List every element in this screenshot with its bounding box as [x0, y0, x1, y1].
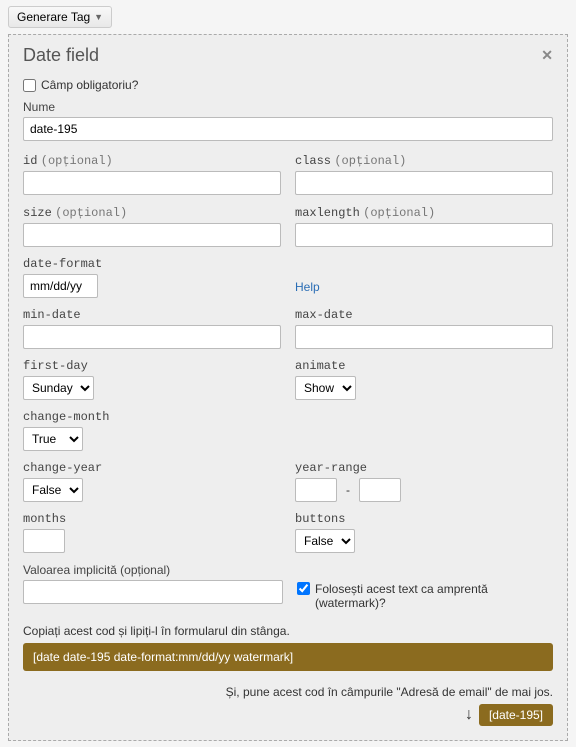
months-input[interactable]: [23, 529, 65, 553]
first-day-label: first-day: [23, 359, 281, 373]
year-range-from-input[interactable]: [295, 478, 337, 502]
chevron-down-icon: ▼: [94, 12, 103, 22]
name-input[interactable]: [23, 117, 553, 141]
panel-title: Date field: [23, 45, 99, 66]
animate-label: animate: [295, 359, 553, 373]
name-label: Nume: [23, 100, 553, 114]
shortcode-output[interactable]: [date date-195 date-format:mm/dd/yy wate…: [23, 643, 553, 671]
watermark-checkbox[interactable]: [297, 582, 310, 595]
min-date-label: min-date: [23, 308, 281, 322]
class-label: class (opțional): [295, 153, 553, 168]
change-year-select[interactable]: False: [23, 478, 83, 502]
max-date-label: max-date: [295, 308, 553, 322]
email-shortcode-output[interactable]: [date-195]: [479, 704, 553, 726]
watermark-label: Folosești acest text ca amprentă (waterm…: [315, 582, 553, 610]
help-link[interactable]: Help: [295, 280, 320, 294]
default-value-input[interactable]: [23, 580, 283, 604]
generate-tag-button[interactable]: Generare Tag ▼: [8, 6, 112, 28]
maxlength-input[interactable]: [295, 223, 553, 247]
max-date-input[interactable]: [295, 325, 553, 349]
min-date-input[interactable]: [23, 325, 281, 349]
range-separator: -: [343, 483, 353, 497]
size-label: size (opțional): [23, 205, 281, 220]
close-icon[interactable]: ✕: [541, 47, 553, 64]
change-year-label: change-year: [23, 461, 281, 475]
id-label: id (opțional): [23, 153, 281, 168]
date-format-label: date-format: [23, 257, 102, 271]
copy-code-label: Copiați acest cod și lipiți-l în formula…: [23, 624, 553, 638]
maxlength-label: maxlength (opțional): [295, 205, 553, 220]
generate-tag-label: Generare Tag: [17, 10, 90, 24]
size-input[interactable]: [23, 223, 281, 247]
date-format-input[interactable]: [23, 274, 98, 298]
default-value-label: Valoarea implicită (opțional): [23, 563, 553, 577]
required-label: Câmp obligatoriu?: [41, 78, 138, 92]
year-range-label: year-range: [295, 461, 553, 475]
id-input[interactable]: [23, 171, 281, 195]
first-day-select[interactable]: Sunday: [23, 376, 94, 400]
change-month-select[interactable]: True: [23, 427, 83, 451]
date-field-panel: Date field ✕ Câmp obligatoriu? Nume id (…: [8, 34, 568, 741]
buttons-select[interactable]: False: [295, 529, 355, 553]
animate-select[interactable]: Show: [295, 376, 356, 400]
change-month-label: change-month: [23, 410, 281, 424]
year-range-to-input[interactable]: [359, 478, 401, 502]
required-checkbox[interactable]: [23, 79, 36, 92]
months-label: months: [23, 512, 281, 526]
buttons-label: buttons: [295, 512, 553, 526]
email-instruction: Și, pune acest cod în câmpurile "Adresă …: [23, 685, 553, 699]
class-input[interactable]: [295, 171, 553, 195]
